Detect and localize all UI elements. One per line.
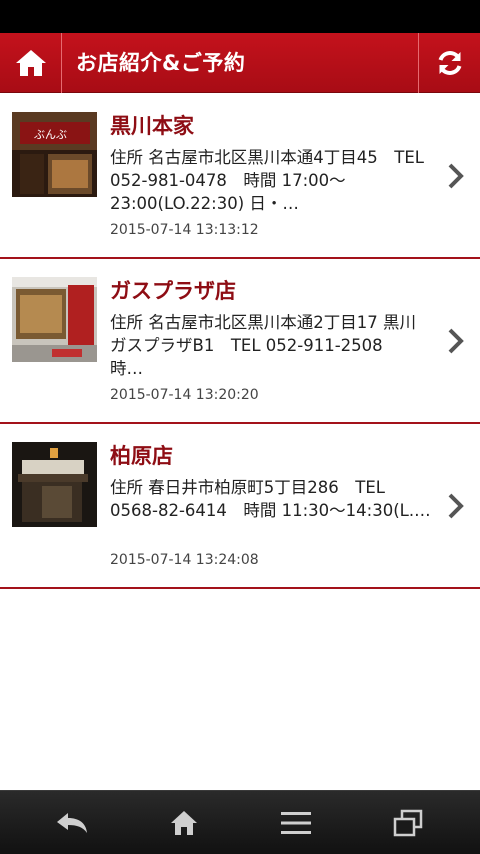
- menu-button[interactable]: [236, 791, 356, 854]
- store-name: 黒川本家: [110, 114, 194, 138]
- store-name: ガスプラザ店: [110, 279, 236, 303]
- store-item-kashiwara[interactable]: 柏原店 住所 春日井市柏原町5丁目286 TEL 0568-82-6414 時間…: [0, 424, 480, 589]
- store-description: 住所 名古屋市北区黒川本通4丁目45 TEL 052-981-0478 時間 1…: [110, 148, 424, 213]
- store-list: ぶんぶ 黒川本家 住所 名古屋市北区黒川本通4丁目45 TEL 052-981-…: [0, 94, 480, 589]
- menu-icon: [281, 812, 311, 834]
- store-thumbnail: ぶんぶ: [12, 112, 97, 197]
- store-item-gas-plaza[interactable]: ガスプラザ店 住所 名古屋市北区黒川本通2丁目17 黒川ガスプラザB1 TEL …: [0, 259, 480, 424]
- home-button[interactable]: [0, 33, 62, 93]
- chevron-right-icon: [448, 493, 464, 519]
- home-icon: [15, 50, 46, 76]
- store-thumbnail: [12, 277, 97, 362]
- chevron-right-icon: [448, 328, 464, 354]
- back-icon: [57, 813, 87, 833]
- store-description: 住所 名古屋市北区黒川本通2丁目17 黒川ガスプラザB1 TEL 052-911…: [110, 313, 416, 378]
- store-date: 2015-07-14 13:20:20: [110, 387, 259, 403]
- store-name: 柏原店: [110, 444, 173, 468]
- recent-apps-button[interactable]: [348, 791, 468, 854]
- store-description: 住所 春日井市柏原町5丁目286 TEL 0568-82-6414 時間 11:…: [110, 478, 431, 520]
- svg-text:ぶんぶ: ぶんぶ: [34, 128, 67, 141]
- refresh-button[interactable]: [418, 33, 480, 93]
- system-navbar: [0, 790, 480, 854]
- app-header: お店紹介&ご予約: [0, 33, 480, 93]
- store-thumbnail: [12, 442, 97, 527]
- page-title: お店紹介&ご予約: [76, 51, 246, 75]
- store-item-kurokawa-honke[interactable]: ぶんぶ 黒川本家 住所 名古屋市北区黒川本通4丁目45 TEL 052-981-…: [0, 94, 480, 259]
- chevron-right-icon: [448, 163, 464, 189]
- home-icon: [171, 811, 197, 835]
- refresh-icon: [438, 51, 461, 75]
- status-bar: [0, 0, 480, 33]
- store-date: 2015-07-14 13:13:12: [110, 222, 259, 238]
- recent-apps-icon: [393, 809, 423, 837]
- back-button[interactable]: [12, 791, 132, 854]
- nav-home-button[interactable]: [124, 791, 244, 854]
- store-date: 2015-07-14 13:24:08: [110, 552, 259, 568]
